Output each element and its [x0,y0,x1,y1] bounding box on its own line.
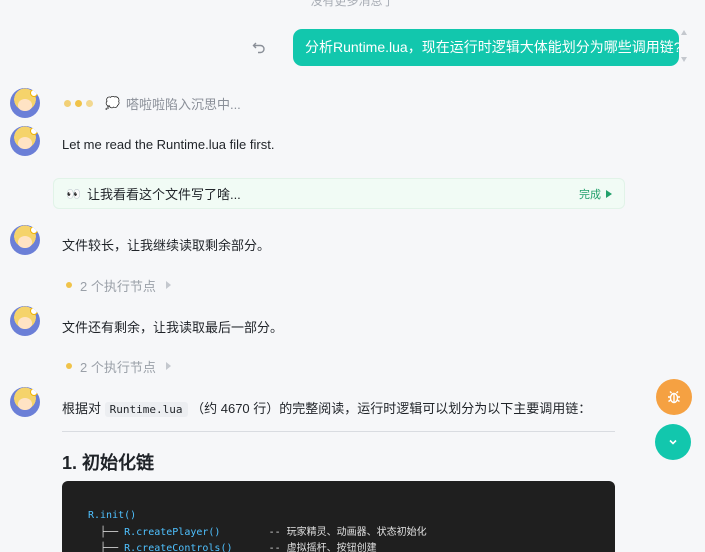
exec-node-toggle[interactable]: 2 个执行节点 [66,358,171,375]
thought-bubble-icon: 💭 [105,96,120,110]
tool-status-label: 完成 [579,188,601,201]
tool-call-card[interactable]: 👀 让我看看这个文件写了啥... 完成 [53,178,625,209]
avatar [10,225,40,255]
status-dot-icon [66,363,72,369]
code-line: ├── R.createPlayer() -- 玩家精灵、动画器、状态初始化 [88,526,427,538]
scroll-up-icon[interactable] [681,30,687,35]
exec-node-toggle[interactable]: 2 个执行节点 [66,277,171,294]
scroll-to-bottom-button[interactable] [655,424,691,460]
loading-dots-icon [64,99,93,107]
caret-right-icon [165,281,171,289]
thinking-label: 嗒啦啦陷入沉思中... [125,96,241,112]
avatar [10,387,40,417]
expand-arrow-icon [606,189,612,198]
assistant-message: 文件较长，让我继续读取剩余部分。 [62,238,271,253]
section-heading: 1. 初始化链 [62,453,155,473]
top-hint: 没有更多消息了 [310,0,395,8]
code-line: R.init() [88,510,137,521]
exec-node-label: 2 个执行节点 [80,359,156,375]
exec-node-label: 2 个执行节点 [80,278,156,294]
inline-code: Runtime.lua [104,402,188,417]
avatar [10,306,40,336]
tool-call-label: 让我看看这个文件写了啥... [86,187,241,202]
caret-right-icon [165,362,171,370]
eyes-icon: 👀 [66,186,81,201]
thinking-indicator: 💭 嗒啦啦陷入沉思中... [64,94,241,112]
code-line: ├── R.createControls() -- 虚拟摇杆、按钮创建 [88,543,377,552]
divider [62,431,615,432]
avatar [10,88,40,118]
bubble-scrollbar[interactable] [681,30,687,66]
assistant-message: 文件还有剩余，让我读取最后一部分。 [62,320,284,335]
code-block: R.init() ├── R.createPlayer() -- 玩家精灵、动画… [62,481,615,552]
scroll-down-icon[interactable] [681,57,687,62]
message-prefix: 根据对 [62,401,102,416]
assistant-message: Let me read the Runtime.lua file first. [62,137,275,152]
user-message-bubble: 分析Runtime.lua，现在运行时逻辑大体能划分为哪些调用链? [293,29,679,66]
message-suffix: （约 4670 行）的完整阅读，运行时逻辑可以划分为以下主要调用链： [191,401,592,416]
avatar [10,126,40,156]
tool-status[interactable]: 完成 [579,179,612,208]
status-dot-icon [66,282,72,288]
undo-icon[interactable] [249,37,269,57]
chevron-down-icon [669,439,677,445]
assistant-message: 根据对 Runtime.lua （约 4670 行）的完整阅读，运行时逻辑可以划… [62,398,591,417]
bug-icon [668,391,680,404]
bug-report-button[interactable] [656,379,692,415]
